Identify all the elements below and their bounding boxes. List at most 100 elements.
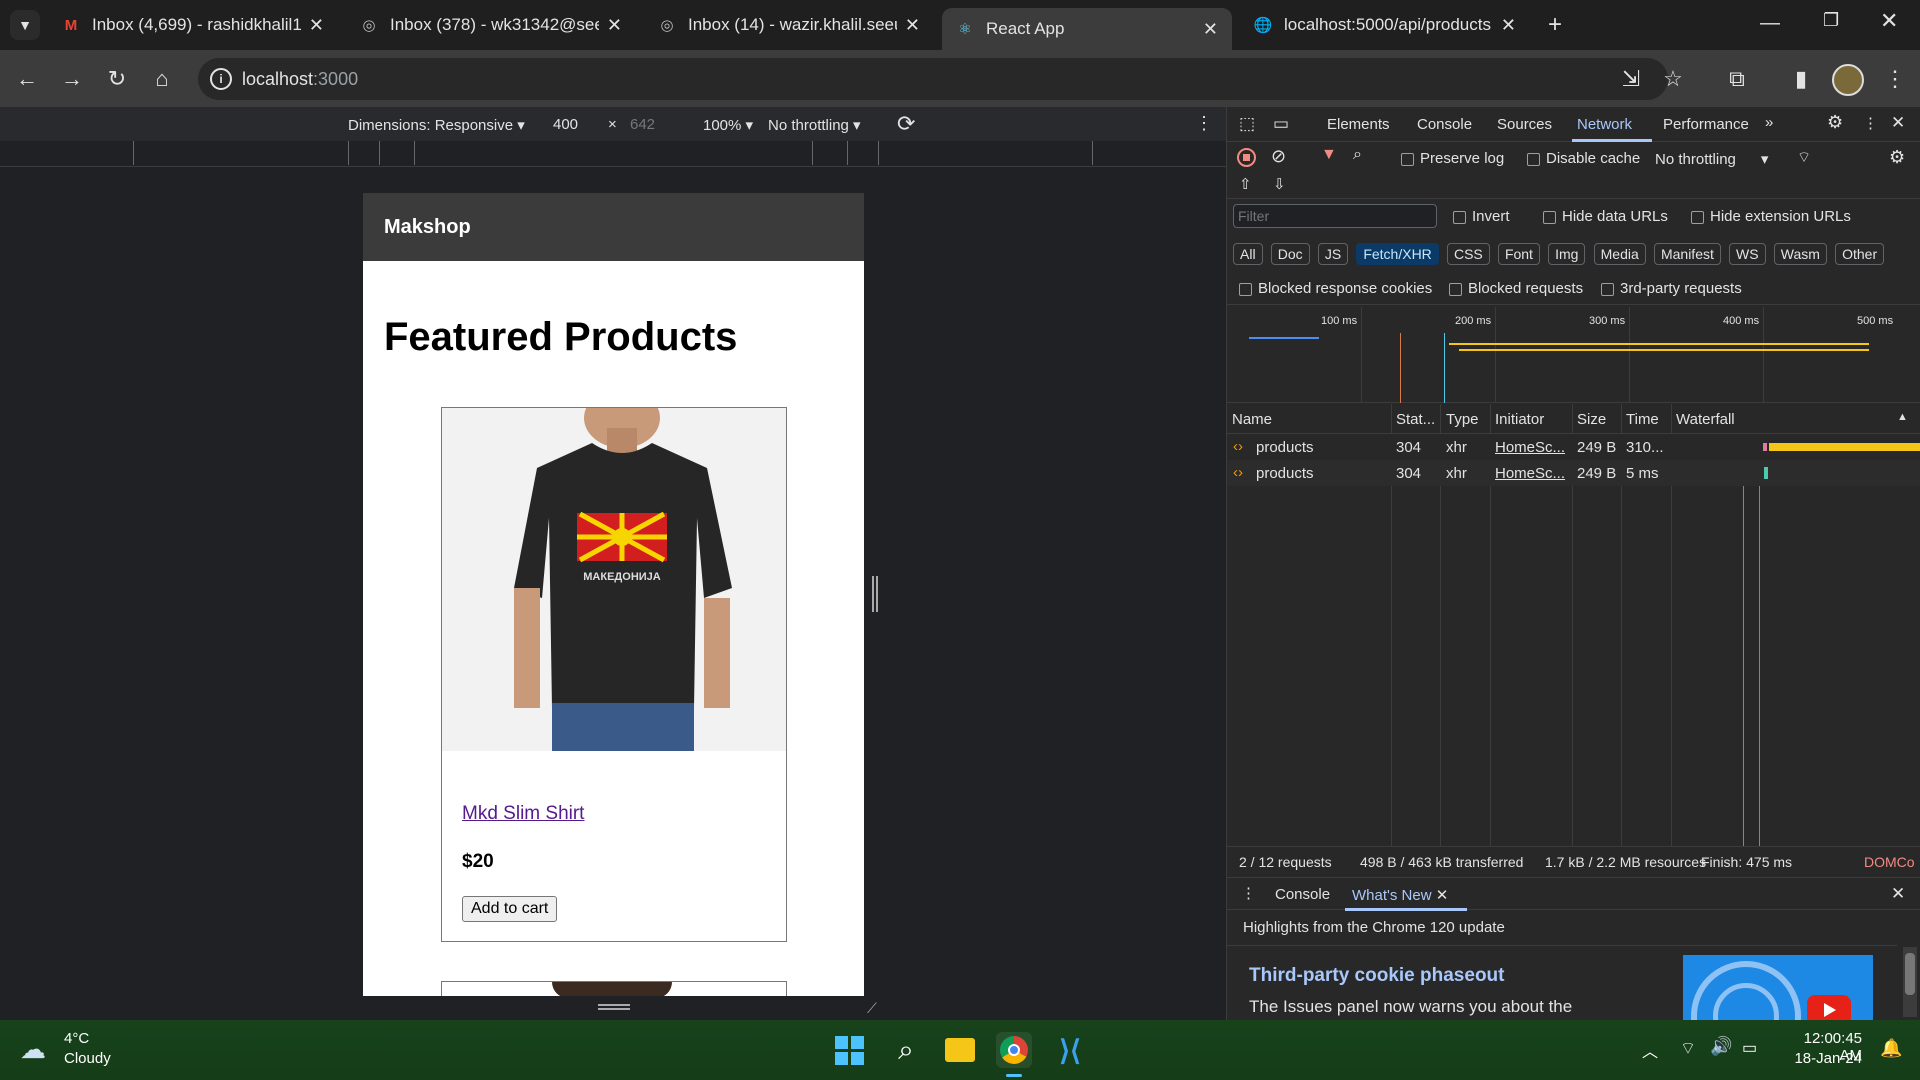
notification-bell-icon[interactable]: 🔔 bbox=[1880, 1038, 1902, 1059]
search-icon[interactable]: ⌕ bbox=[1353, 146, 1362, 164]
more-tabs-icon[interactable]: » bbox=[1765, 114, 1773, 131]
filter-all[interactable]: All bbox=[1233, 243, 1263, 265]
record-stop-icon[interactable] bbox=[1237, 148, 1256, 167]
product-image[interactable]: МАКЕДОНИЈА bbox=[442, 408, 786, 751]
weather-condition[interactable]: Cloudy bbox=[64, 1050, 111, 1067]
export-har-icon[interactable]: ⇩ bbox=[1273, 175, 1286, 193]
whats-new-title[interactable]: Third-party cookie phaseout bbox=[1249, 965, 1504, 987]
close-icon[interactable]: ✕ bbox=[1501, 15, 1516, 36]
close-icon[interactable]: ✕ bbox=[309, 15, 324, 36]
tab-search-button[interactable]: ▼ bbox=[10, 10, 40, 40]
star-icon[interactable]: ☆ bbox=[1658, 64, 1688, 94]
more-options-icon[interactable]: ⋮ bbox=[1195, 113, 1213, 134]
close-icon[interactable]: ✕ bbox=[905, 15, 920, 36]
cloud-icon[interactable]: ☁ bbox=[20, 1034, 46, 1065]
chrome-icon[interactable] bbox=[996, 1032, 1032, 1068]
initiator-link[interactable]: HomeSc... bbox=[1495, 465, 1565, 482]
weather-temp[interactable]: 4°C bbox=[64, 1030, 89, 1047]
network-throttling-select[interactable]: No throttling ▾ bbox=[1655, 150, 1768, 168]
col-size[interactable]: Size bbox=[1577, 411, 1606, 428]
tab-gmail-2[interactable]: ◎ Inbox (378) - wk31342@seeu.ec ✕ bbox=[346, 8, 636, 42]
col-time[interactable]: Time bbox=[1626, 411, 1659, 428]
close-icon[interactable]: ✕ bbox=[1436, 887, 1449, 904]
windows-start-icon[interactable] bbox=[831, 1032, 867, 1068]
inspect-icon[interactable]: ⬚ bbox=[1239, 114, 1255, 134]
filter-other[interactable]: Other bbox=[1835, 243, 1885, 265]
volume-icon[interactable]: 🔊 bbox=[1710, 1036, 1732, 1057]
tab-network[interactable]: Network bbox=[1577, 116, 1632, 133]
import-har-icon[interactable]: ⇧ bbox=[1239, 175, 1252, 193]
search-icon[interactable]: ⌕ bbox=[888, 1032, 924, 1068]
throttling-select[interactable]: No throttling ▾ bbox=[768, 116, 861, 134]
height-input[interactable]: 642 bbox=[630, 116, 655, 133]
scrollbar[interactable] bbox=[1903, 947, 1917, 1017]
extensions-icon[interactable]: ⧉ bbox=[1722, 64, 1752, 94]
tab-sources[interactable]: Sources bbox=[1497, 116, 1552, 133]
product-link[interactable]: Mkd Slim Shirt bbox=[462, 803, 584, 825]
tab-gmail-1[interactable]: M Inbox (4,699) - rashidkhalil13@ ✕ bbox=[48, 8, 338, 42]
tab-console[interactable]: Console bbox=[1417, 116, 1472, 133]
filter-wasm[interactable]: Wasm bbox=[1773, 243, 1827, 265]
resize-handle-corner[interactable]: ⟋ bbox=[867, 1000, 877, 1017]
clock-date[interactable]: 18-Jan-24 bbox=[1782, 1050, 1862, 1067]
col-name[interactable]: Name bbox=[1232, 411, 1272, 428]
filter-img[interactable]: Img bbox=[1548, 243, 1586, 265]
tab-react-app[interactable]: ⚛ React App ✕ bbox=[942, 8, 1232, 50]
chevron-up-icon[interactable]: ︿ bbox=[1642, 1038, 1658, 1062]
filter-js[interactable]: JS bbox=[1317, 243, 1349, 265]
dimensions-select[interactable]: Dimensions: Responsive ▾ bbox=[348, 116, 525, 134]
drawer-tab-console[interactable]: Console bbox=[1275, 886, 1330, 903]
filter-input[interactable] bbox=[1233, 204, 1437, 228]
drawer-menu-icon[interactable]: ⋮ bbox=[1241, 884, 1256, 902]
initiator-link[interactable]: HomeSc... bbox=[1495, 439, 1565, 456]
video-thumbnail[interactable] bbox=[1683, 955, 1873, 1020]
rotate-icon[interactable]: ⟳ bbox=[897, 111, 915, 137]
tab-performance[interactable]: Performance bbox=[1663, 116, 1749, 133]
tab-gmail-3[interactable]: ◎ Inbox (14) - wazir.khalil.seeu202 ✕ bbox=[644, 8, 934, 42]
col-status[interactable]: Stat... bbox=[1396, 411, 1435, 428]
clear-icon[interactable]: ⊘ bbox=[1271, 146, 1286, 167]
filter-css[interactable]: CSS bbox=[1446, 243, 1490, 265]
col-type[interactable]: Type bbox=[1446, 411, 1479, 428]
minimize-button[interactable]: — bbox=[1760, 12, 1780, 35]
brand-logo[interactable]: Makshop bbox=[384, 216, 471, 239]
zoom-select[interactable]: 100% ▾ bbox=[703, 116, 753, 134]
install-app-icon[interactable]: ⇲ bbox=[1616, 64, 1646, 94]
blocked-cookies-checkbox[interactable]: Blocked response cookies bbox=[1239, 280, 1432, 297]
close-icon[interactable]: ✕ bbox=[607, 15, 622, 36]
close-icon[interactable]: ✕ bbox=[1203, 19, 1218, 40]
table-row[interactable]: ‹› products 304 xhr HomeSc... 249 B 310.… bbox=[1227, 434, 1920, 460]
wifi-icon[interactable]: ⌔ bbox=[1680, 1038, 1696, 1059]
filter-fetch-xhr[interactable]: Fetch/XHR bbox=[1356, 243, 1439, 265]
table-row[interactable]: ‹› products 304 xhr HomeSc... 249 B 5 ms bbox=[1227, 460, 1920, 486]
close-devtools-icon[interactable]: ✕ bbox=[1891, 113, 1905, 133]
back-button[interactable]: ← bbox=[12, 64, 42, 94]
hide-extension-urls-checkbox[interactable]: Hide extension URLs bbox=[1691, 208, 1851, 225]
col-waterfall[interactable]: Waterfall bbox=[1676, 411, 1735, 428]
tab-elements[interactable]: Elements bbox=[1327, 116, 1390, 133]
width-input[interactable]: 400 bbox=[553, 116, 578, 133]
tab-api-products[interactable]: 🌐 localhost:5000/api/products ✕ bbox=[1240, 8, 1530, 42]
blocked-requests-checkbox[interactable]: Blocked requests bbox=[1449, 280, 1583, 297]
avatar[interactable] bbox=[1832, 64, 1864, 96]
third-party-checkbox[interactable]: 3rd-party requests bbox=[1601, 280, 1742, 297]
wifi-conditions-icon[interactable]: ⌔ bbox=[1797, 148, 1811, 167]
home-button[interactable]: ⌂ bbox=[147, 64, 177, 94]
disable-cache-checkbox[interactable]: Disable cache bbox=[1527, 150, 1640, 167]
invert-checkbox[interactable]: Invert bbox=[1453, 208, 1510, 225]
filter-icon[interactable]: ▼ bbox=[1321, 146, 1337, 164]
add-to-cart-button[interactable]: Add to cart bbox=[462, 896, 558, 922]
vscode-icon[interactable]: ⟩⟨ bbox=[1052, 1032, 1088, 1068]
new-tab-button[interactable]: + bbox=[1540, 10, 1570, 40]
settings-gear-icon[interactable]: ⚙ bbox=[1827, 112, 1843, 133]
drawer-tab-whats-new[interactable]: What's New ✕ bbox=[1352, 886, 1448, 904]
filter-manifest[interactable]: Manifest bbox=[1653, 243, 1721, 265]
filter-media[interactable]: Media bbox=[1593, 243, 1646, 265]
resize-handle-right[interactable] bbox=[872, 576, 878, 612]
filter-ws[interactable]: WS bbox=[1729, 243, 1766, 265]
filter-doc[interactable]: Doc bbox=[1270, 243, 1310, 265]
device-toggle-icon[interactable]: ▭ bbox=[1273, 114, 1289, 134]
close-window-button[interactable]: ✕ bbox=[1880, 8, 1898, 34]
menu-kebab-icon[interactable]: ⋮ bbox=[1880, 64, 1910, 94]
restore-button[interactable]: ❐ bbox=[1823, 10, 1839, 31]
